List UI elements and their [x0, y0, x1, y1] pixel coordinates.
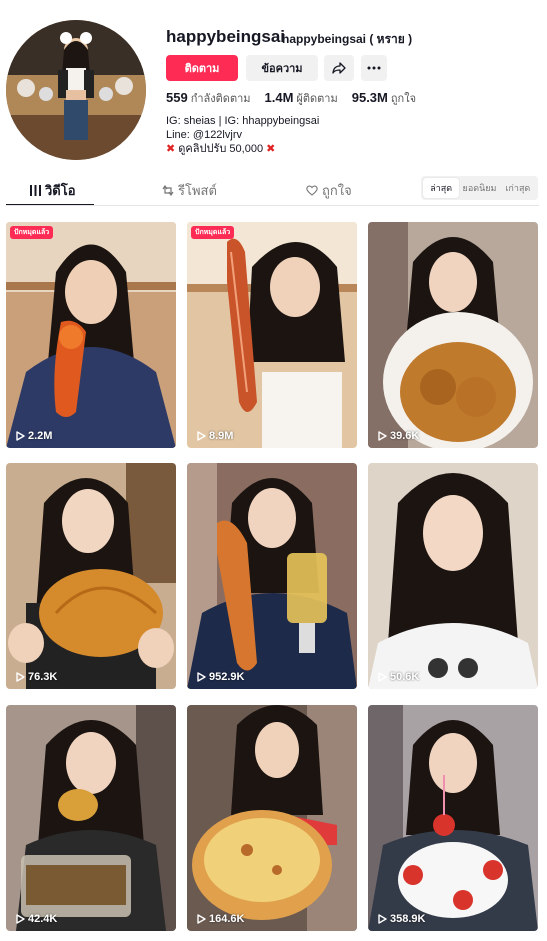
tab-videos[interactable]: วิดีโอ	[30, 180, 76, 201]
play-icon	[16, 914, 25, 924]
stat-following[interactable]: 559 กำลังติดตาม	[166, 89, 251, 107]
view-count-text: 8.9M	[209, 430, 234, 442]
play-icon	[197, 672, 206, 682]
view-count: 50.6K	[378, 671, 419, 683]
sort-latest[interactable]: ล่าสุด	[423, 178, 460, 198]
video-card[interactable]: ปักหมุดแล้ว 2.2M	[6, 222, 176, 448]
view-count: 76.3K	[16, 671, 57, 683]
view-count-text: 39.6K	[390, 430, 420, 442]
tab-reposts-label: รีโพสต์	[178, 183, 217, 198]
video-thumbnail	[6, 705, 176, 931]
tab-liked[interactable]: ถูกใจ	[306, 180, 352, 201]
avatar-image	[6, 20, 146, 160]
pinned-badge: ปักหมุดแล้ว	[191, 226, 235, 239]
profile-header: happybeingsai happybeingsai ( หราย ) ติด…	[0, 0, 547, 170]
sort-segmented-control: ล่าสุด ยอดนิยม เก่าสุด	[421, 176, 538, 200]
video-card[interactable]: 358.9K	[368, 705, 538, 931]
following-label: กำลังติดตาม	[190, 93, 251, 105]
following-count: 559	[166, 90, 188, 105]
play-icon	[16, 672, 25, 682]
play-icon	[197, 914, 206, 924]
video-card[interactable]: 42.4K	[6, 705, 176, 931]
repost-icon	[162, 185, 174, 196]
cross-mark-icon: ✖	[166, 143, 176, 155]
more-button[interactable]	[361, 55, 387, 81]
bio-line-promo: ✖ ดูคลิปปรับ 50,000 ✖	[166, 142, 319, 156]
bio-line-ig: IG: sheias | IG: hhappybeingsai	[166, 115, 320, 127]
video-card[interactable]: ปักหมุดแล้ว 8.9M	[187, 222, 357, 448]
view-count: 358.9K	[378, 913, 425, 925]
video-thumbnail	[6, 463, 176, 689]
avatar[interactable]	[6, 20, 146, 160]
video-thumbnail	[368, 463, 538, 689]
video-thumbnail	[187, 222, 357, 448]
video-thumbnail	[187, 705, 357, 931]
profile-stats: 559 กำลังติดตาม 1.4M ผู้ติดตาม 95.3M ถูกใจ	[166, 89, 416, 107]
view-count: 952.9K	[197, 671, 244, 683]
stat-followers[interactable]: 1.4M ผู้ติดตาม	[265, 89, 338, 107]
bio-line-line: Line: @122lvjrv	[166, 129, 242, 141]
video-thumbnail	[6, 222, 176, 448]
view-count-text: 2.2M	[28, 430, 53, 442]
view-count: 2.2M	[16, 430, 52, 442]
video-thumbnail	[187, 463, 357, 689]
video-card[interactable]: 164.6K	[187, 705, 357, 931]
view-count: 39.6K	[378, 430, 419, 442]
bio: IG: sheias | IG: hhappybeingsai Line: @1…	[166, 114, 319, 156]
view-count: 164.6K	[197, 913, 244, 925]
play-icon	[378, 672, 387, 682]
stat-likes: 95.3M ถูกใจ	[352, 89, 416, 107]
heart-lock-icon	[306, 185, 318, 196]
grid-icon	[30, 185, 41, 196]
play-icon	[378, 431, 387, 441]
view-count-text: 42.4K	[28, 913, 58, 925]
tab-reposts[interactable]: รีโพสต์	[162, 180, 217, 201]
bio-promo-text: ดูคลิปปรับ 50,000	[178, 143, 264, 155]
tab-liked-label: ถูกใจ	[322, 183, 352, 198]
follow-button[interactable]: ติดตาม	[166, 55, 238, 81]
view-count: 42.4K	[16, 913, 57, 925]
nickname: happybeingsai ( หราย )	[282, 32, 413, 46]
followers-label: ผู้ติดตาม	[296, 93, 338, 105]
video-card[interactable]: 50.6K	[368, 463, 538, 689]
more-icon	[367, 66, 381, 70]
tab-videos-label: วิดีโอ	[45, 183, 76, 198]
pinned-badge: ปักหมุดแล้ว	[10, 226, 54, 239]
video-thumbnail	[368, 222, 538, 448]
likes-count: 95.3M	[351, 90, 388, 105]
sort-oldest[interactable]: เก่าสุด	[500, 178, 536, 198]
view-count: 8.9M	[197, 430, 233, 442]
play-icon	[16, 431, 25, 441]
share-icon	[332, 62, 346, 74]
view-count-text: 50.6K	[390, 671, 420, 683]
view-count-text: 164.6K	[209, 913, 245, 925]
view-count-text: 358.9K	[390, 913, 426, 925]
video-thumbnail	[368, 705, 538, 931]
play-icon	[197, 431, 206, 441]
followers-count: 1.4M	[264, 90, 294, 105]
sort-popular[interactable]: ยอดนิยม	[461, 178, 497, 198]
view-count-text: 952.9K	[209, 671, 245, 683]
video-card[interactable]: 39.6K	[368, 222, 538, 448]
username: happybeingsai	[166, 27, 286, 46]
play-icon	[378, 914, 387, 924]
tabs-divider	[6, 205, 539, 206]
video-card[interactable]: 952.9K	[187, 463, 357, 689]
view-count-text: 76.3K	[28, 671, 58, 683]
video-card[interactable]: 76.3K	[6, 463, 176, 689]
message-button[interactable]: ข้อความ	[246, 55, 318, 81]
likes-label: ถูกใจ	[390, 93, 417, 105]
share-button[interactable]	[324, 55, 354, 81]
cross-mark-icon: ✖	[266, 143, 276, 155]
